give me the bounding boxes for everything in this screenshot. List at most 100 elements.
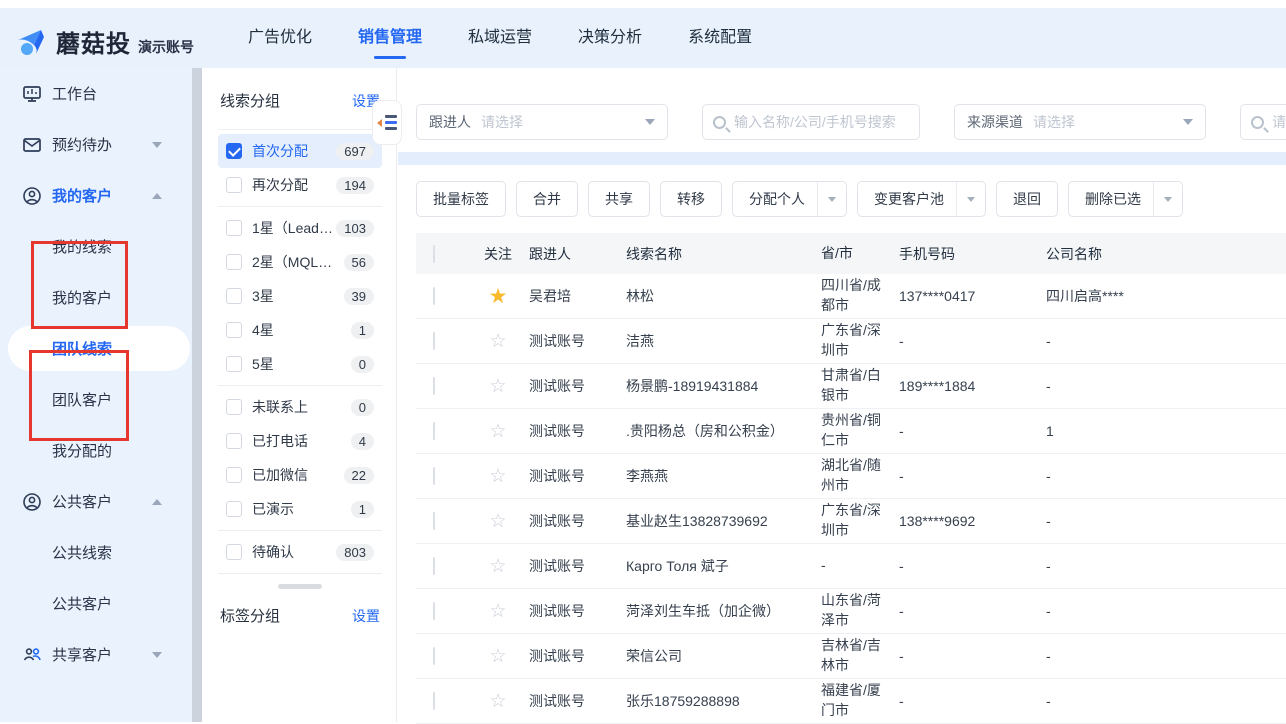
search-icon (1251, 116, 1264, 129)
count-badge: 103 (336, 220, 374, 237)
group-pending-confirmation[interactable]: 待确认 803 (218, 535, 382, 569)
checkbox[interactable] (226, 501, 242, 517)
checkbox[interactable] (226, 433, 242, 449)
chevron-down-icon (645, 119, 655, 125)
star-filled-icon[interactable]: ★ (489, 285, 508, 308)
select-all-checkbox[interactable] (433, 245, 435, 263)
table-row[interactable]: ☆ 测试账号 Карго Толя 斌子 - - - (416, 544, 1286, 589)
nav-decision-analysis[interactable]: 决策分析 (578, 15, 642, 61)
row-checkbox[interactable] (433, 467, 435, 485)
group-called[interactable]: 已打电话 4 (218, 424, 382, 458)
group-4-star[interactable]: 4星 1 (218, 313, 382, 347)
sidebar-item-workbench[interactable]: 工作台 (0, 68, 192, 119)
table-row[interactable]: ★ 吴君培 林松 四川省/成都市 137****0417 四川启高**** (416, 274, 1286, 319)
share-button[interactable]: 共享 (588, 181, 650, 217)
group-reassignment[interactable]: 再次分配 194 (218, 168, 382, 202)
return-button[interactable]: 退回 (996, 181, 1058, 217)
sidebar-item-public-customers-sub[interactable]: 公共客户 (0, 578, 192, 629)
checkbox[interactable] (226, 220, 242, 236)
divider (218, 530, 382, 531)
table-row[interactable]: ☆ 测试账号 荣信公司 吉林省/吉林市 - - (416, 634, 1286, 679)
group-1-star[interactable]: 1星（Leads未经... 103 (218, 211, 382, 245)
brand[interactable]: 蘑菇投 演示账号 (14, 18, 194, 59)
checkbox[interactable] (226, 467, 242, 483)
table-row[interactable]: ☆ 测试账号 .贵阳杨总（房和公积金） 贵州省/铜仁市 - 1 (416, 409, 1286, 454)
name-search-input[interactable] (734, 114, 909, 130)
group-wechat-added[interactable]: 已加微信 22 (218, 458, 382, 492)
checkbox[interactable] (226, 254, 242, 270)
sidebar-scrollbar[interactable] (192, 68, 202, 722)
company-search-box[interactable] (1240, 104, 1286, 140)
sidebar-item-team-leads[interactable]: 团队线索 (0, 323, 192, 374)
followup-person-select[interactable]: 跟进人 请选择 (416, 104, 668, 140)
checkbox[interactable] (226, 399, 242, 415)
groups-panel-title: 线索分组 (220, 90, 280, 111)
divider (218, 206, 382, 207)
collapse-panel-button[interactable] (372, 100, 402, 145)
star-outline-icon[interactable]: ☆ (489, 331, 506, 352)
checkbox[interactable] (226, 288, 242, 304)
row-checkbox[interactable] (433, 377, 435, 395)
group-demoed[interactable]: 已演示 1 (218, 492, 382, 526)
tags-settings-link[interactable]: 设置 (352, 606, 380, 626)
sidebar-item-my-customers-sub[interactable]: 我的客户 (0, 272, 192, 323)
name-search-box[interactable] (702, 104, 920, 140)
row-checkbox[interactable] (433, 512, 435, 530)
checkbox[interactable] (226, 356, 242, 372)
sidebar-item-my-customers[interactable]: 我的客户 (0, 170, 192, 221)
sidebar-item-appointments[interactable]: 预约待办 (0, 119, 192, 170)
sidebar-item-public-customers[interactable]: 公共客户 (0, 476, 192, 527)
sidebar-item-shared-customers[interactable]: 共享客户 (0, 629, 192, 680)
assign-person-button[interactable]: 分配个人 (732, 181, 847, 217)
row-checkbox[interactable] (433, 422, 435, 440)
brand-logo-icon (14, 25, 48, 59)
nav-ad-optimization[interactable]: 广告优化 (248, 15, 312, 61)
star-outline-icon[interactable]: ☆ (489, 511, 506, 532)
star-outline-icon[interactable]: ☆ (489, 376, 506, 397)
checkbox[interactable] (226, 544, 242, 560)
sidebar-item-my-leads[interactable]: 我的线索 (0, 221, 192, 272)
merge-button[interactable]: 合并 (516, 181, 578, 217)
row-checkbox[interactable] (433, 557, 435, 575)
star-outline-icon[interactable]: ☆ (489, 601, 506, 622)
checkbox[interactable] (226, 177, 242, 193)
sidebar-item-my-assigned[interactable]: 我分配的 (0, 425, 192, 476)
col-followup: 跟进人 (529, 244, 626, 264)
table-row[interactable]: ☆ 测试账号 张乐18759288898 福建省/厦门市 - - (416, 679, 1286, 724)
sidebar-item-team-customers[interactable]: 团队客户 (0, 374, 192, 425)
nav-system-config[interactable]: 系统配置 (688, 15, 752, 61)
nav-sales-management[interactable]: 销售管理 (358, 15, 422, 61)
group-first-assignment[interactable]: 首次分配 697 (218, 134, 382, 168)
sidebar-item-public-leads[interactable]: 公共线索 (0, 527, 192, 578)
group-not-contacted[interactable]: 未联系上 0 (218, 390, 382, 424)
group-3-star[interactable]: 3星 39 (218, 279, 382, 313)
change-pool-button[interactable]: 变更客户池 (857, 181, 986, 217)
row-checkbox[interactable] (433, 692, 435, 710)
table-row[interactable]: ☆ 测试账号 李燕燕 湖北省/随州市 - - (416, 454, 1286, 499)
panel-resize-handle[interactable] (278, 584, 322, 589)
table-row[interactable]: ☆ 测试账号 菏泽刘生车抵（加企微） 山东省/菏泽市 - - (416, 589, 1286, 634)
count-badge: 39 (344, 288, 374, 305)
row-checkbox[interactable] (433, 287, 435, 305)
group-2-star[interactable]: 2星（MQL经过确... 56 (218, 245, 382, 279)
checkbox-checked[interactable] (226, 143, 242, 159)
nav-private-domain[interactable]: 私域运营 (468, 15, 532, 61)
table-row[interactable]: ☆ 测试账号 洁燕 广东省/深圳市 - - (416, 319, 1286, 364)
row-checkbox[interactable] (433, 647, 435, 665)
row-checkbox[interactable] (433, 602, 435, 620)
source-channel-select[interactable]: 来源渠道 请选择 (954, 104, 1206, 140)
delete-selected-button[interactable]: 删除已选 (1068, 181, 1183, 217)
company-search-input[interactable] (1272, 114, 1286, 130)
checkbox[interactable] (226, 322, 242, 338)
transfer-button[interactable]: 转移 (660, 181, 722, 217)
star-outline-icon[interactable]: ☆ (489, 691, 506, 712)
star-outline-icon[interactable]: ☆ (489, 646, 506, 667)
star-outline-icon[interactable]: ☆ (489, 421, 506, 442)
star-outline-icon[interactable]: ☆ (489, 466, 506, 487)
bulk-tag-button[interactable]: 批量标签 (416, 181, 506, 217)
group-5-star[interactable]: 5星 0 (218, 347, 382, 381)
star-outline-icon[interactable]: ☆ (489, 556, 506, 577)
table-row[interactable]: ☆ 测试账号 基业赵生13828739692 广东省/深圳市 138****96… (416, 499, 1286, 544)
row-checkbox[interactable] (433, 332, 435, 350)
table-row[interactable]: ☆ 测试账号 杨景鹏-18919431884 甘肃省/白银市 189****18… (416, 364, 1286, 409)
